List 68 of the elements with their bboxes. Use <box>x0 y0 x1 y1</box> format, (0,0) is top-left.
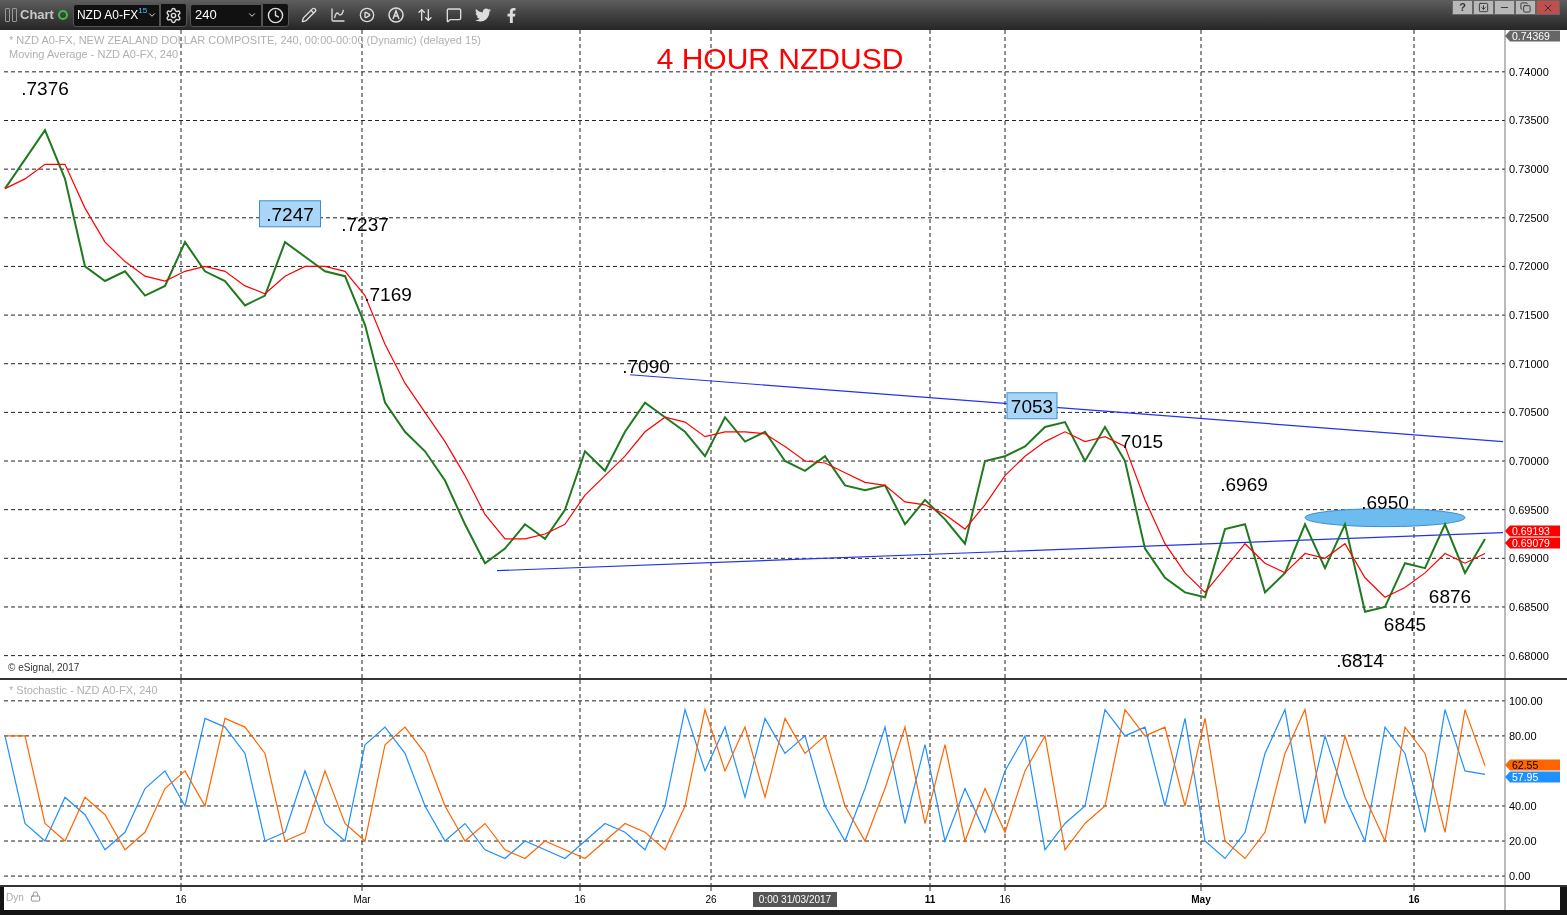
close-button[interactable] <box>1536 0 1560 15</box>
chart-title: 4 HOUR NZDUSD <box>656 42 904 75</box>
lock-icon[interactable] <box>30 891 41 902</box>
y-axis-label: 40.00 <box>1509 800 1537 812</box>
x-axis-label: 16 <box>1408 894 1420 905</box>
help-button[interactable]: ? <box>1452 0 1473 15</box>
y-axis-label: 0.72500 <box>1509 211 1549 224</box>
price-label: .6814 <box>1336 649 1384 671</box>
restore-icon <box>1520 2 1531 13</box>
x-axis-label: 16 <box>999 894 1011 905</box>
clock-icon <box>266 6 284 24</box>
window-menu-button[interactable] <box>1473 0 1494 15</box>
y-axis-label: 0.69000 <box>1509 552 1549 565</box>
y-axis-label: 0.68500 <box>1509 600 1549 613</box>
price-flag: 62.55 <box>1505 759 1560 771</box>
highlighted-price-label: 7053 <box>1006 392 1058 420</box>
price-label: .7376 <box>21 77 69 99</box>
window-title: Chart <box>20 6 54 25</box>
legend-text: * Stochastic - NZD A0-FX, 240 <box>9 684 158 696</box>
window-menu-icon <box>1478 2 1489 13</box>
y-axis-label: 0.68000 <box>1509 649 1549 662</box>
restore-button[interactable] <box>1515 0 1536 15</box>
y-axis-label: 0.70500 <box>1509 406 1549 419</box>
settings-button[interactable] <box>159 3 187 27</box>
interval-dropdown[interactable]: 240 <box>189 3 262 27</box>
cursor-time-label: 0:00 31/03/2017 <box>753 892 837 907</box>
price-label: 6845 <box>1383 613 1427 635</box>
y-axis-label: 0.69500 <box>1509 503 1549 516</box>
x-axis-label: Mar <box>353 894 371 905</box>
y-axis-label: 20.00 <box>1509 835 1537 847</box>
minimize-button[interactable] <box>1494 0 1515 15</box>
y-axis-label: 0.71000 <box>1509 357 1549 370</box>
price-label: .6950 <box>1361 491 1409 513</box>
copyright-text: © eSignal, 2017 <box>8 662 80 673</box>
legend-text: * NZD A0-FX, NEW ZEALAND DOLLAR COMPOSITE, 240, 00:00-00:00 (Dynamic) (delayed 15) <box>9 34 481 46</box>
y-axis-label: 0.00 <box>1509 870 1531 883</box>
settings-icon <box>164 6 182 24</box>
y-axis-label: 0.70000 <box>1509 455 1549 468</box>
price-label: .6969 <box>1220 473 1268 495</box>
price-flag: 0.69193 <box>1505 525 1560 537</box>
x-axis-label: 16 <box>175 894 187 905</box>
price-flag: 0.69079 <box>1505 537 1560 549</box>
x-axis-label: 26 <box>705 894 717 905</box>
price-flag: 0.74369 <box>1505 30 1560 42</box>
price-label: .7237 <box>341 213 389 235</box>
y-axis-label: 0.71500 <box>1509 309 1549 322</box>
price-label: .7090 <box>622 355 670 377</box>
y-axis-label: 0.73500 <box>1509 114 1549 127</box>
mode-label: Dyn <box>6 892 24 903</box>
y-axis-label: 80.00 <box>1509 729 1537 742</box>
symbol-dropdown[interactable]: NZD A0-FX$^{15}$ <box>72 3 160 27</box>
y-axis-label: 100.00 <box>1509 694 1543 707</box>
highlighted-price-label: .7247 <box>259 200 321 228</box>
x-axis-label: 11 <box>924 894 936 905</box>
x-axis-label: 16 <box>574 894 586 905</box>
price-flag: 57.95 <box>1505 771 1560 783</box>
price-label: .7169 <box>364 283 412 305</box>
caret-icon <box>147 10 158 20</box>
caret-icon <box>246 10 257 20</box>
price-label: 6876 <box>1428 585 1472 607</box>
legend-text: Moving Average - NZD A0-FX, 240 <box>9 48 179 60</box>
y-axis-label: 0.72000 <box>1509 260 1549 273</box>
y-axis-label: 0.73000 <box>1509 163 1549 176</box>
x-axis-label: May <box>1191 894 1211 905</box>
y-axis-label: 0.74000 <box>1509 65 1549 78</box>
grip-icon <box>5 8 17 22</box>
price-label: 7015 <box>1120 430 1164 452</box>
clock-button[interactable] <box>261 3 289 27</box>
